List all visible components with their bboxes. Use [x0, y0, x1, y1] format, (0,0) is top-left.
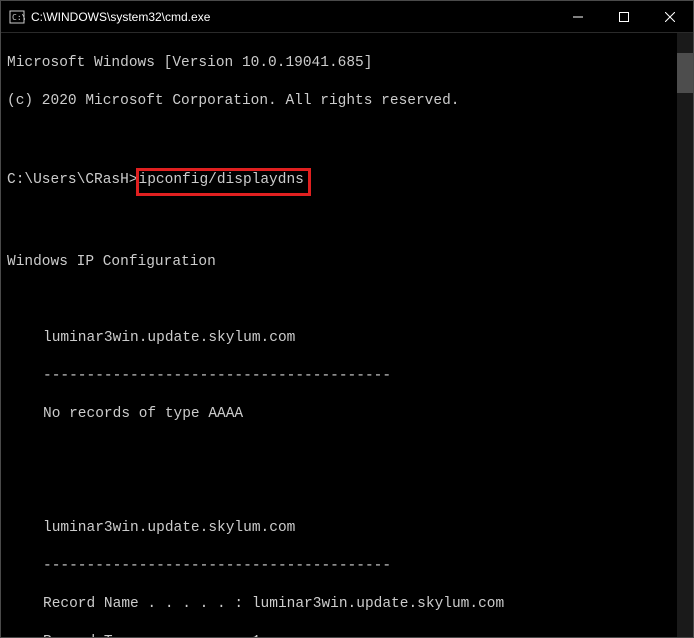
maximize-button[interactable]	[601, 1, 647, 33]
close-button[interactable]	[647, 1, 693, 33]
cmd-icon: C:\	[9, 9, 25, 25]
record-type-2: Record Type . . . . . : 1	[7, 633, 671, 637]
scrollbar-thumb[interactable]	[677, 53, 693, 93]
record-name-2: Record Name . . . . . : luminar3win.upda…	[7, 595, 671, 614]
no-records-1: No records of type AAAA	[7, 405, 671, 424]
command-text: ipconfig/displaydns	[139, 172, 304, 188]
cmd-window: C:\ C:\WINDOWS\system32\cmd.exe Microsof…	[0, 0, 694, 638]
window-controls	[555, 1, 693, 33]
prompt-path: C:\Users\CRasH>	[7, 172, 138, 188]
divider-2: ----------------------------------------	[7, 557, 671, 576]
divider-1: ----------------------------------------	[7, 367, 671, 386]
command-highlight: ipconfig/displaydns	[136, 168, 311, 196]
banner-line-2: (c) 2020 Microsoft Corporation. All righ…	[7, 92, 671, 111]
minimize-button[interactable]	[555, 1, 601, 33]
dns-name-2: luminar3win.update.skylum.com	[7, 519, 671, 538]
banner-line-1: Microsoft Windows [Version 10.0.19041.68…	[7, 54, 671, 73]
titlebar[interactable]: C:\ C:\WINDOWS\system32\cmd.exe	[1, 1, 693, 33]
terminal-area: Microsoft Windows [Version 10.0.19041.68…	[1, 33, 693, 637]
window-title: C:\WINDOWS\system32\cmd.exe	[31, 10, 555, 24]
svg-text:C:\: C:\	[12, 13, 25, 22]
prompt-line: C:\Users\CRasH>ipconfig/displaydns	[7, 168, 671, 196]
terminal-output[interactable]: Microsoft Windows [Version 10.0.19041.68…	[1, 33, 677, 637]
config-header: Windows IP Configuration	[7, 253, 671, 272]
dns-name-1: luminar3win.update.skylum.com	[7, 329, 671, 348]
vertical-scrollbar[interactable]	[677, 33, 693, 637]
